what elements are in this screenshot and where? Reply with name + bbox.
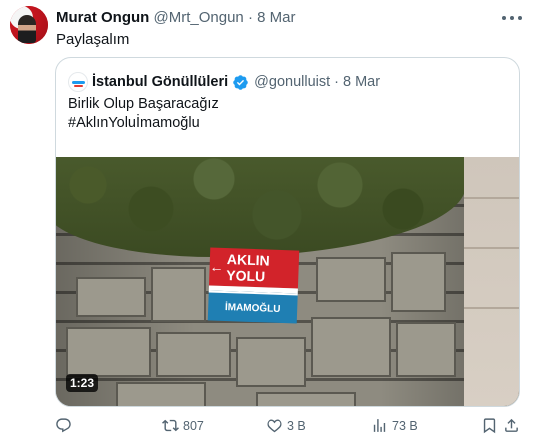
quoted-date: 8 Mar (342, 74, 381, 90)
quoted-text-line1: Birlik Olup Başaracağız (68, 96, 219, 112)
arrow-left-icon: ← (209, 258, 224, 275)
tweet-text: Paylaşalım (56, 31, 130, 48)
quoted-author-name: İstanbul Gönüllüleri (92, 74, 229, 90)
tweet[interactable]: Murat Ongun @Mrt_Ongun · 8 Mar Paylaşalı… (0, 0, 540, 445)
sign-top: ← AKLIN YOLU (208, 247, 300, 289)
video-player[interactable]: ← AKLIN YOLU İMAMOĞLU 1:23 (56, 157, 519, 406)
background-building (464, 157, 519, 406)
share-button[interactable] (503, 417, 520, 434)
verified-icon (233, 74, 248, 90)
quoted-author-handle: @gonulluist (254, 74, 331, 90)
quoted-separator-dot: · (334, 74, 339, 90)
sign-top-text: AKLIN YOLU (226, 251, 270, 285)
share-icon (505, 418, 518, 432)
bookmark-button[interactable] (481, 417, 498, 434)
views-count: 73 B (392, 418, 418, 433)
like-icon (267, 419, 282, 433)
avatar[interactable] (10, 6, 48, 44)
quoted-header: İstanbul Gönüllüleri @gonulluist · 8 Mar (68, 72, 380, 92)
quoted-hashtag[interactable]: #AklınYoluİmamoğlu (68, 114, 219, 133)
separator-dot: · (247, 9, 253, 26)
action-bar: 807 3 B 73 B (55, 417, 520, 437)
street-sign: ← AKLIN YOLU İMAMOĞLU (207, 247, 300, 324)
tweet-date[interactable]: 8 Mar (257, 9, 295, 26)
quoted-avatar (68, 72, 88, 92)
retweet-button[interactable]: 807 (162, 417, 204, 434)
reply-icon (56, 418, 71, 433)
retweet-count: 807 (183, 418, 204, 433)
bookmark-icon (483, 418, 496, 434)
views-icon (373, 419, 386, 432)
reply-button[interactable] (55, 417, 76, 434)
retweet-icon (162, 419, 179, 432)
author-handle[interactable]: @Mrt_Ongun (154, 9, 244, 26)
views-button[interactable]: 73 B (371, 417, 418, 434)
video-duration: 1:23 (66, 374, 99, 392)
author-name[interactable]: Murat Ongun (56, 9, 149, 26)
more-icon[interactable] (502, 8, 522, 28)
like-count: 3 B (287, 418, 306, 433)
sign-bottom-text: İMAMOĞLU (207, 290, 298, 324)
like-button[interactable]: 3 B (266, 417, 306, 434)
quoted-tweet[interactable]: İstanbul Gönüllüleri @gonulluist · 8 Mar… (55, 57, 520, 407)
tweet-header: Murat Ongun @Mrt_Ongun · 8 Mar (56, 9, 295, 26)
quoted-text: Birlik Olup Başaracağız #AklınYoluİmamoğ… (68, 95, 219, 133)
